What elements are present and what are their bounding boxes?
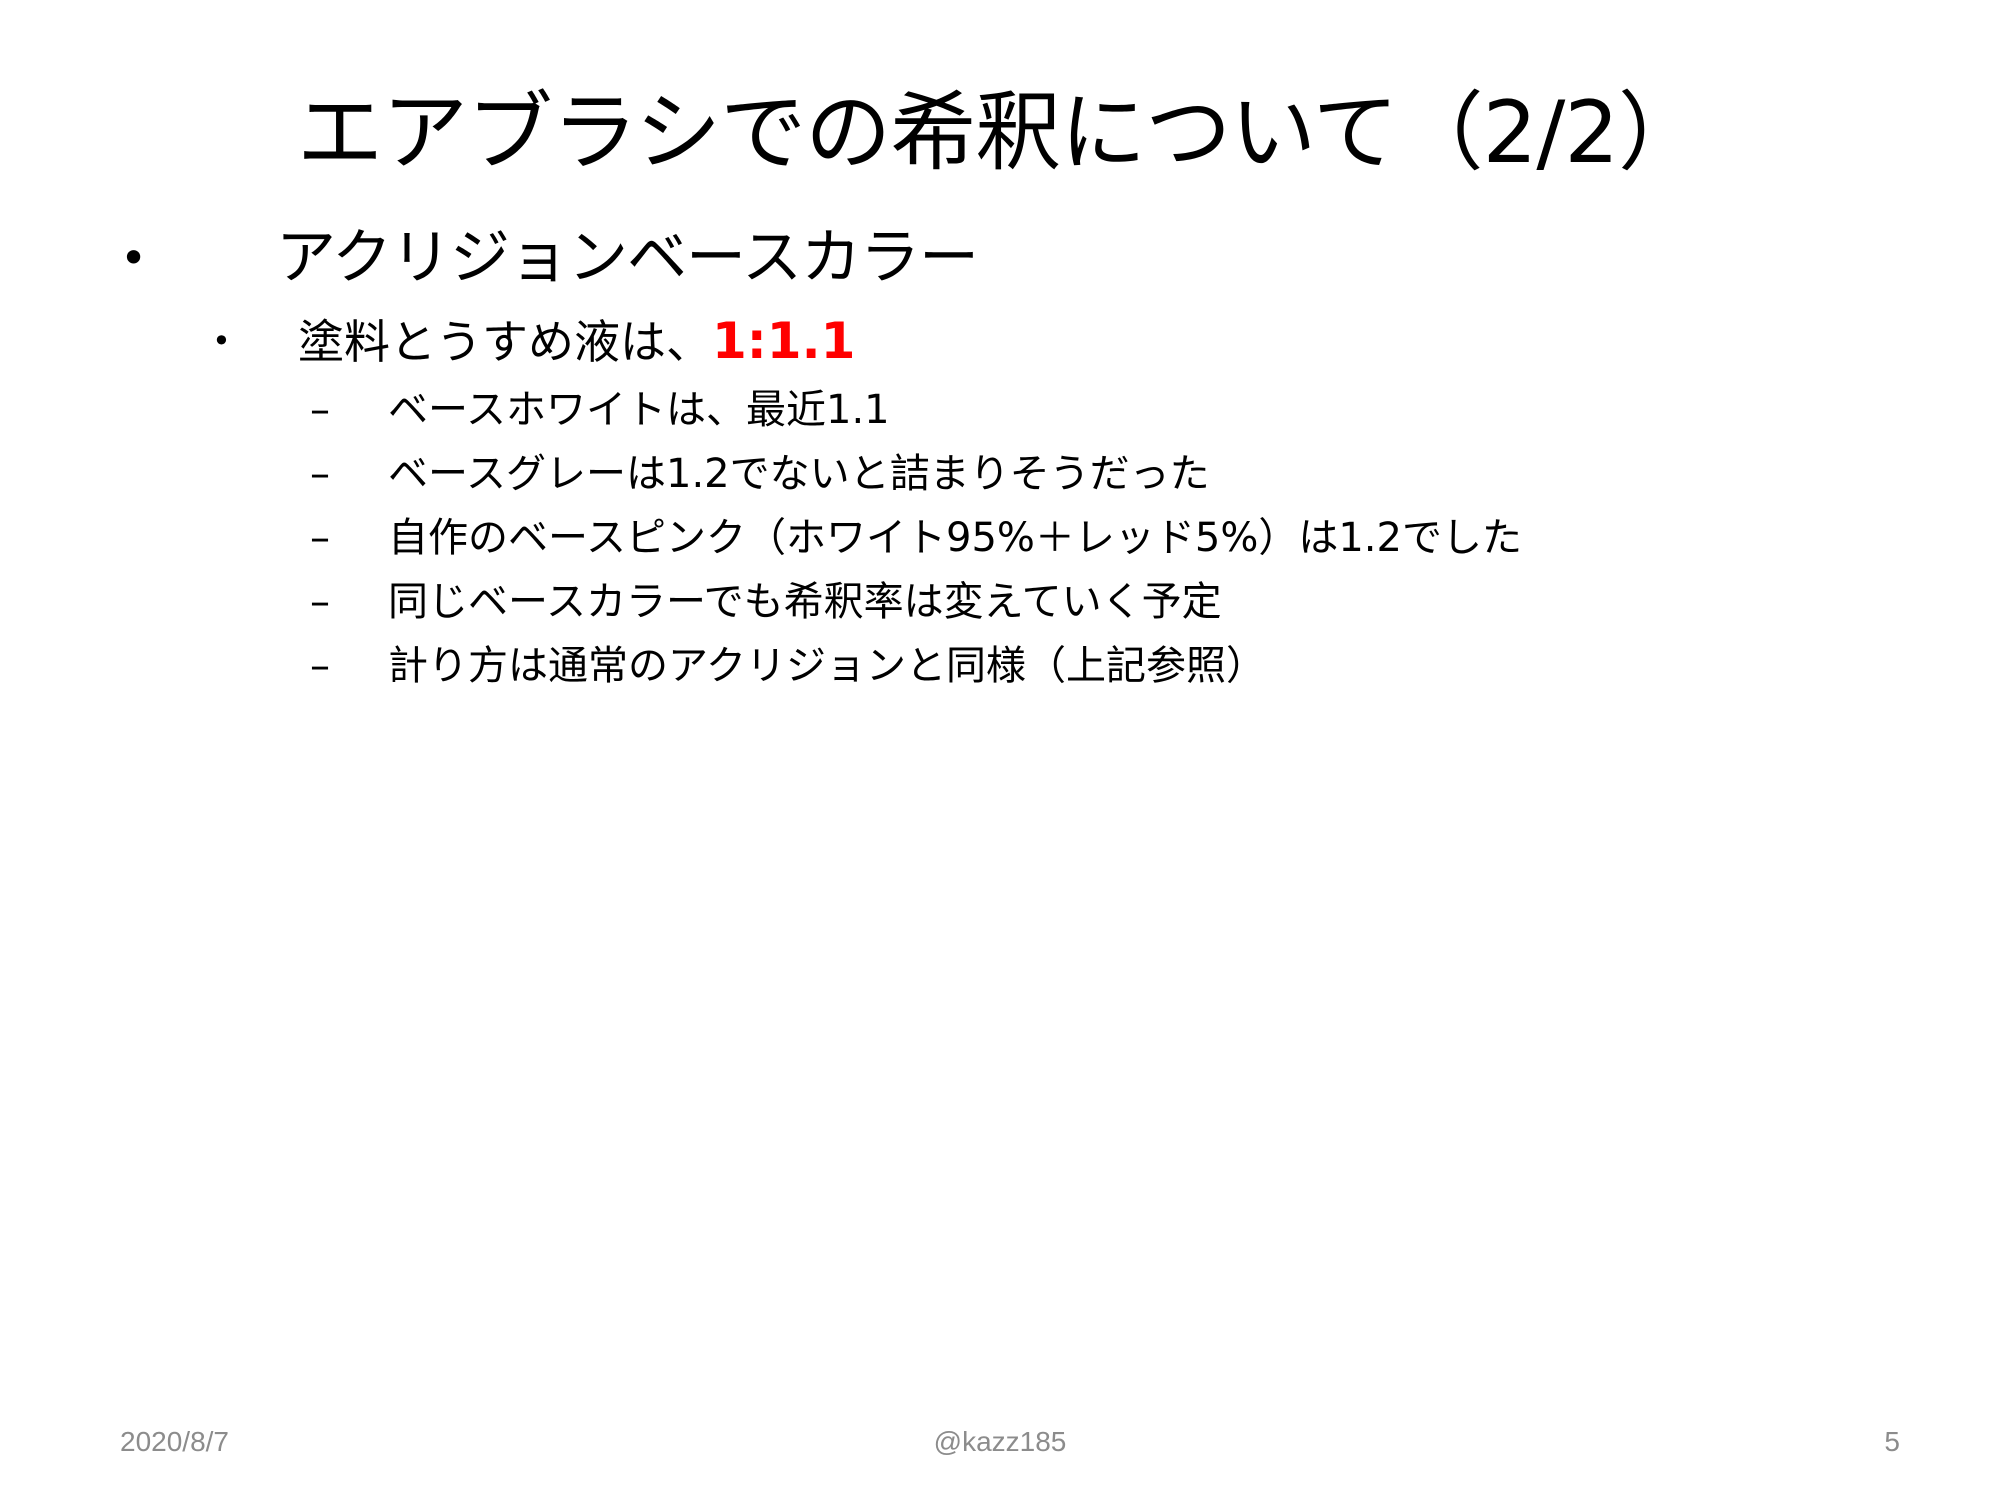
bullet-dot-icon: • — [120, 231, 148, 285]
sub-bullet-item: – 計り方は通常のアクリジョンと同様（上記参照） — [310, 634, 1522, 698]
sub-bullet-text: 計り方は通常のアクリジョンと同様（上記参照） — [388, 643, 1266, 689]
sub-bullet-item: – 同じベースカラーでも希釈率は変えていく予定 — [310, 570, 1522, 634]
dash-icon: – — [310, 515, 330, 561]
dash-icon: – — [310, 387, 330, 433]
bullet-level2-label: 塗料とうすめ液は、 — [298, 314, 712, 369]
sub-bullet-text: 同じベースカラーでも希釈率は変えていく予定 — [388, 579, 1222, 625]
bullet-level1: • アクリジョンベースカラー — [120, 218, 979, 298]
ratio-highlight: 1:1.1 — [712, 311, 856, 370]
slide: エアブラシでの希釈について（2/2） • アクリジョンベースカラー • 塗料とう… — [0, 0, 2000, 1500]
sub-bullet-list: – ベースホワイトは、最近1.1 – ベースグレーは1.2でないと詰まりそうだっ… — [310, 378, 1522, 698]
dash-icon: – — [310, 643, 330, 689]
dash-icon: – — [310, 579, 330, 625]
sub-bullet-text: ベースグレーは1.2でないと詰まりそうだった — [388, 451, 1210, 497]
footer-author: @kazz185 — [933, 1426, 1067, 1457]
sub-bullet-item: – ベースグレーは1.2でないと詰まりそうだった — [310, 442, 1522, 506]
sub-bullet-text: ベースホワイトは、最近1.1 — [388, 387, 890, 433]
slide-title: エアブラシでの希釈について（2/2） — [296, 83, 1704, 183]
bullet-level2-text: 塗料とうすめ液は、1:1.1 — [298, 306, 855, 377]
dash-icon: – — [310, 451, 330, 497]
sub-bullet-item: – ベースホワイトは、最近1.1 — [310, 378, 1522, 442]
bullet-level1-text: アクリジョンベースカラー — [276, 223, 979, 293]
bullet-dot-small-icon: • — [212, 322, 231, 360]
page-number: 5 — [1884, 1426, 1900, 1457]
bullet-level2: • 塗料とうすめ液は、1:1.1 — [212, 306, 855, 376]
sub-bullet-item: – 自作のベースピンク（ホワイト95%＋レッド5%）は1.2でした — [310, 506, 1522, 570]
sub-bullet-text: 自作のベースピンク（ホワイト95%＋レッド5%）は1.2でした — [388, 515, 1522, 561]
